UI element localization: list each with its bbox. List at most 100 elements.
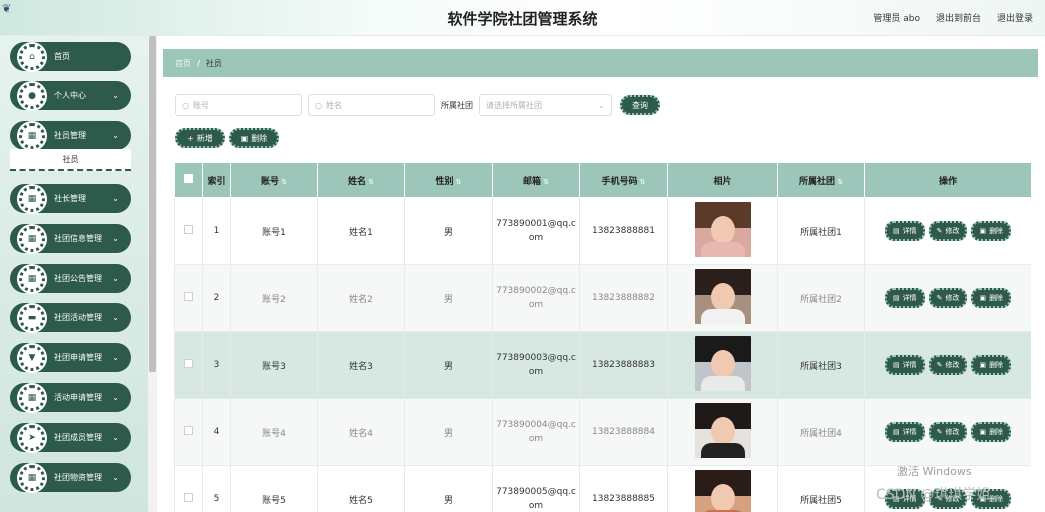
- index-cell: 4: [202, 398, 231, 466]
- briefcase-icon: ▬: [18, 304, 46, 332]
- name-cell: 姓名5: [317, 465, 405, 512]
- photo-cell: [667, 465, 778, 512]
- row-delete-button[interactable]: ▣ 删除: [971, 422, 1012, 442]
- breadcrumb-home[interactable]: 首页: [175, 58, 191, 69]
- select-all-checkbox[interactable]: [184, 174, 193, 183]
- column-header-8: 操作: [864, 162, 1031, 198]
- index-cell: 1: [202, 197, 231, 265]
- account-cell: 账号2: [230, 264, 318, 332]
- photo-body: [700, 309, 745, 324]
- column-header-3[interactable]: 性别 ⇅: [404, 162, 493, 198]
- chevron-down-icon: ⌄: [112, 194, 119, 203]
- grid-icon: ▦: [18, 464, 46, 492]
- column-header-7[interactable]: 所属社团 ⇅: [777, 162, 865, 198]
- row-checkbox[interactable]: [184, 225, 193, 234]
- add-label: 新增: [196, 133, 213, 143]
- row-actions: ▤ 详情 ✎ 修改 ▣ 删除: [866, 422, 1030, 442]
- main-content: 首页 / 社员 ○ 账号 ○ 姓名 所属社团 请选择所属社团 ⌄ 查询 + 新增…: [157, 36, 1045, 512]
- photo-face: [710, 350, 735, 378]
- add-button[interactable]: + 新增: [175, 128, 225, 148]
- chevron-down-icon: ⌄: [112, 131, 119, 140]
- search-row: ○ 账号 ○ 姓名 所属社团 请选择所属社团 ⌄ 查询: [175, 94, 660, 116]
- chevron-down-icon: ⌄: [112, 433, 119, 442]
- club-cell: 所属社团5: [777, 465, 865, 512]
- csdn-watermark: CSDN @琪琪学姐: [876, 487, 991, 503]
- top-actions: 管理员 abo 退出到前台 退出登录: [873, 11, 1033, 24]
- document-icon: ▤: [892, 227, 900, 235]
- account-cell: 账号1: [230, 197, 318, 265]
- club-select[interactable]: 请选择所属社团 ⌄: [479, 94, 612, 116]
- row-checkbox[interactable]: [184, 426, 193, 435]
- sort-icon: ⇅: [543, 177, 549, 186]
- row-select-cell: [174, 264, 203, 332]
- sort-icon: ⇅: [455, 177, 462, 186]
- club-cell: 所属社团2: [777, 264, 865, 332]
- breadcrumb-separator: /: [197, 58, 200, 68]
- sidebar-item-6[interactable]: ▦ 社团公告管理 ⌄: [10, 264, 131, 293]
- chevron-down-icon: ⌄: [112, 274, 119, 283]
- detail-button[interactable]: ▤ 详情: [884, 288, 925, 308]
- sidebar-subitem-members[interactable]: 社员: [10, 149, 131, 171]
- scrollbar-thumb[interactable]: [149, 36, 156, 372]
- sidebar-item-label: 社团公告管理: [54, 274, 102, 283]
- edit-button[interactable]: ✎ 修改: [928, 422, 968, 442]
- detail-button[interactable]: ▤ 详情: [884, 422, 925, 442]
- sidebar-item-9[interactable]: ▦ 活动申请管理 ⌄: [10, 383, 131, 412]
- email-cell: 773890003@qq.com: [492, 331, 580, 399]
- sidebar-scrollbar[interactable]: [148, 36, 157, 512]
- row-actions: ▤ 详情 ✎ 修改 ▣ 删除: [866, 221, 1030, 241]
- sidebar-item-4[interactable]: ▦ 社长管理 ⌄: [10, 184, 131, 213]
- sidebar-item-11[interactable]: ▦ 社团物资管理 ⌄: [10, 463, 131, 492]
- batch-delete-button[interactable]: ▣ 删除: [228, 128, 280, 148]
- name-search-input[interactable]: ○ 姓名: [308, 94, 435, 116]
- edit-button[interactable]: ✎ 修改: [928, 355, 968, 375]
- ops-cell: ▤ 详情 ✎ 修改 ▣ 删除: [864, 331, 1031, 399]
- phone-cell: 13823888883: [579, 331, 668, 399]
- row-checkbox[interactable]: [184, 292, 193, 301]
- table-header-row: 索引 账号 ⇅ 姓名 ⇅ 性别 ⇅ 邮箱 ⇅ 手机号码 ⇅ 相片 所属社团 ⇅ 操作: [174, 162, 1031, 198]
- select-all-cell: [174, 162, 203, 198]
- search-icon: ○: [315, 100, 322, 110]
- column-header-0: 索引: [202, 162, 231, 198]
- edit-button[interactable]: ✎ 修改: [928, 288, 968, 308]
- sidebar-item-8[interactable]: ▼ 社团申请管理 ⌄: [10, 343, 131, 372]
- logout-link[interactable]: 退出登录: [997, 11, 1033, 24]
- account-cell: 账号4: [230, 398, 318, 466]
- club-cell: 所属社团1: [777, 197, 865, 265]
- account-cell: 账号3: [230, 331, 318, 399]
- column-header-4[interactable]: 邮箱 ⇅: [492, 162, 580, 198]
- edit-button[interactable]: ✎ 修改: [928, 221, 968, 241]
- sidebar-item-7[interactable]: ▬ 社团活动管理 ⌄: [10, 303, 131, 332]
- sidebar-item-1[interactable]: ⌂ 首页: [10, 42, 131, 71]
- user-icon: ●: [18, 82, 46, 110]
- goto-front-link[interactable]: 退出到前台: [936, 11, 981, 24]
- column-header-2[interactable]: 姓名 ⇅: [317, 162, 405, 198]
- column-header-5[interactable]: 手机号码 ⇅: [579, 162, 668, 198]
- gender-cell: 男: [404, 398, 493, 466]
- row-delete-button[interactable]: ▣ 删除: [971, 221, 1012, 241]
- club-filter-label: 所属社团: [441, 100, 473, 110]
- chevron-down-icon: ⌄: [112, 234, 119, 243]
- column-header-label: 姓名: [348, 176, 367, 187]
- row-delete-label: 删除: [989, 361, 1004, 369]
- email-text: 773890001@qq.com: [496, 219, 576, 243]
- sidebar: ⌂ 首页 ● 个人中心 ⌄ ▦ 社员管理 ⌄ ▦ 社长管理 ⌄ ▦ 社团信息管理 ⌄ ▦ 社团公告管理 ⌄ ▬ 社团…: [0, 36, 148, 512]
- member-photo: [694, 269, 751, 324]
- row-delete-button[interactable]: ▣ 删除: [971, 288, 1012, 308]
- account-search-input[interactable]: ○ 账号: [175, 94, 302, 116]
- row-checkbox[interactable]: [184, 493, 193, 502]
- toolbar: + 新增 ▣ 删除: [175, 128, 280, 148]
- club-cell: 所属社团4: [777, 398, 865, 466]
- row-checkbox[interactable]: [184, 359, 193, 368]
- row-delete-button[interactable]: ▣ 删除: [971, 355, 1012, 375]
- sidebar-item-5[interactable]: ▦ 社团信息管理 ⌄: [10, 224, 131, 253]
- sidebar-item-3[interactable]: ▦ 社员管理 ⌄: [10, 121, 131, 150]
- detail-button[interactable]: ▤ 详情: [884, 355, 925, 375]
- column-header-1[interactable]: 账号 ⇅: [230, 162, 318, 198]
- query-button[interactable]: 查询: [620, 95, 660, 115]
- row-actions: ▤ 详情 ✎ 修改 ▣ 删除: [866, 288, 1030, 308]
- phone-cell: 13823888884: [579, 398, 668, 466]
- detail-button[interactable]: ▤ 详情: [884, 221, 925, 241]
- sidebar-item-2[interactable]: ● 个人中心 ⌄: [10, 81, 131, 110]
- sidebar-item-10[interactable]: ➤ 社团成员管理 ⌄: [10, 423, 131, 452]
